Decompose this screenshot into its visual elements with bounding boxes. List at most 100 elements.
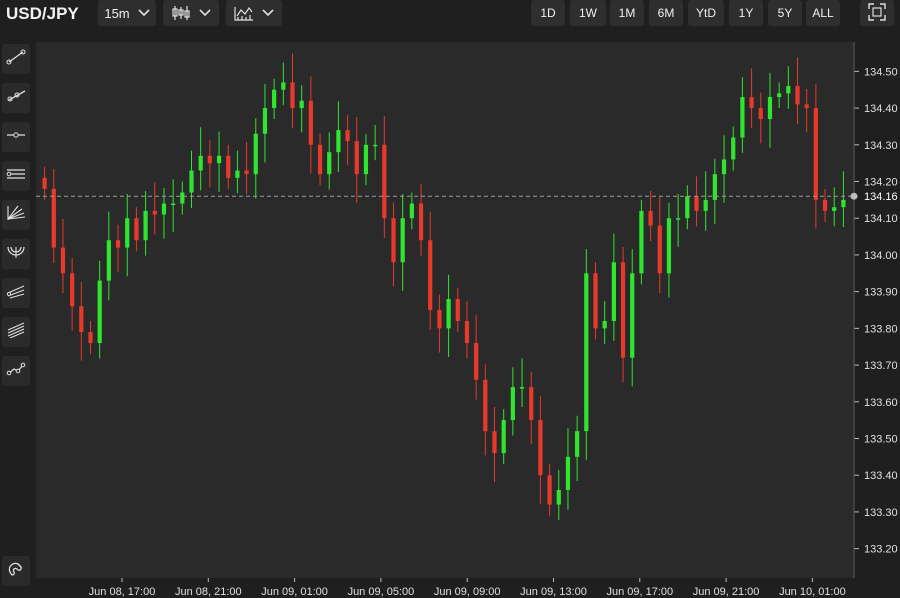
candle-body: [437, 310, 442, 329]
candle-body: [262, 108, 268, 134]
candle-body: [391, 218, 396, 263]
candle-body: [88, 332, 93, 344]
candle-body: [731, 137, 736, 160]
candle-body: [152, 210, 157, 215]
candle-body: [813, 108, 818, 200]
candle-body: [777, 93, 782, 98]
candle-body: [630, 273, 635, 358]
candle-body: [758, 108, 763, 120]
candle-body: [198, 155, 203, 171]
candle-body: [428, 240, 433, 310]
y-tick-label: 133.20: [864, 544, 898, 556]
candle-body: [492, 431, 497, 454]
candle-body: [510, 387, 515, 421]
candle-body: [97, 280, 102, 344]
candle-body: [602, 321, 607, 329]
candle-body: [721, 159, 727, 175]
candlestick-chart[interactable]: 133.20 133.30 133.40 133.50 133.60 133.70 133.…: [0, 0, 900, 598]
candle-body: [79, 306, 84, 333]
candle-body: [474, 343, 479, 380]
candle-body: [60, 247, 66, 274]
x-tick-label: Jun 09, 17:00: [606, 586, 673, 598]
y-tick-label: 134.10: [864, 213, 898, 225]
candle-body: [418, 203, 424, 241]
candle-body: [235, 170, 240, 178]
candle-body: [519, 387, 525, 389]
candle-body: [538, 420, 543, 476]
candle-body: [171, 203, 176, 206]
candle-body: [272, 89, 277, 109]
candle-body: [657, 225, 662, 274]
candle-body: [299, 100, 304, 109]
candle-body: [740, 97, 745, 138]
candle-body: [134, 218, 139, 241]
current-price-marker: [850, 192, 858, 200]
y-tick-label: 134.50: [864, 66, 898, 78]
candle-body: [547, 475, 552, 505]
candle-body: [327, 152, 332, 175]
candle-body: [143, 210, 148, 241]
y-tick-label: 133.70: [864, 360, 898, 372]
candle-body: [281, 82, 286, 90]
candle-body: [336, 130, 341, 153]
candle-body: [639, 210, 644, 274]
y-tick-label: 133.30: [864, 507, 898, 519]
candle-body: [648, 210, 653, 226]
candle-body: [42, 177, 47, 189]
candle-body: [409, 203, 414, 219]
y-tick-label: 133.60: [864, 397, 898, 409]
candle-body: [565, 456, 571, 490]
candle-body: [363, 144, 369, 175]
x-tick-label: Jun 09, 05:00: [348, 586, 415, 598]
x-tick-label: Jun 09, 13:00: [520, 586, 587, 598]
candle-body: [483, 379, 488, 432]
candle-body: [676, 218, 681, 220]
candle-body: [345, 130, 350, 142]
y-tick-label: 133.40: [864, 470, 898, 482]
candle-body: [161, 203, 167, 215]
candle-body: [373, 144, 378, 147]
candle-body: [180, 192, 185, 204]
candle-body: [400, 218, 405, 263]
candle-body: [455, 298, 460, 322]
candle-body: [253, 133, 258, 175]
candle-body: [216, 155, 222, 164]
candle-body: [446, 298, 451, 329]
y-tick-label: 133.80: [864, 323, 898, 335]
candle-body: [749, 97, 754, 109]
candle-body: [207, 155, 212, 164]
candle-body: [106, 240, 111, 281]
x-tick-label: Jun 08, 17:00: [89, 586, 156, 598]
y-tick-label: 134.20: [864, 177, 898, 189]
candle-body: [832, 207, 837, 211]
current-price-label: 134.16: [864, 191, 898, 203]
candle-body: [620, 262, 626, 358]
candle-body: [593, 273, 598, 329]
candle-body: [115, 240, 121, 248]
x-tick-label: Jun 09, 21:00: [693, 586, 760, 598]
candle-body: [685, 196, 690, 219]
candle-body: [694, 196, 699, 211]
candle-body: [317, 144, 323, 175]
candle-body: [189, 170, 194, 193]
candle-body: [354, 141, 359, 175]
candle-body: [841, 199, 846, 208]
x-tick-label: Jun 10, 01:00: [779, 586, 846, 598]
candle-body: [226, 155, 231, 178]
candle-body: [795, 86, 800, 105]
candle-body: [575, 431, 580, 457]
y-tick-label: 134.30: [864, 140, 898, 152]
candle-body: [529, 387, 534, 421]
candle-body: [703, 199, 708, 211]
candle-body: [556, 489, 561, 505]
y-tick-label: 134.40: [864, 103, 898, 115]
x-tick-label: Jun 08, 21:00: [175, 586, 242, 598]
y-tick-label: 134.00: [864, 250, 898, 262]
candle-body: [786, 86, 791, 94]
candle-body: [308, 100, 313, 145]
x-tick-label: Jun 09, 01:00: [261, 586, 328, 598]
candle-body: [51, 188, 56, 248]
candle-body: [70, 273, 75, 307]
candle-body: [584, 273, 589, 432]
candle-body: [244, 170, 249, 175]
